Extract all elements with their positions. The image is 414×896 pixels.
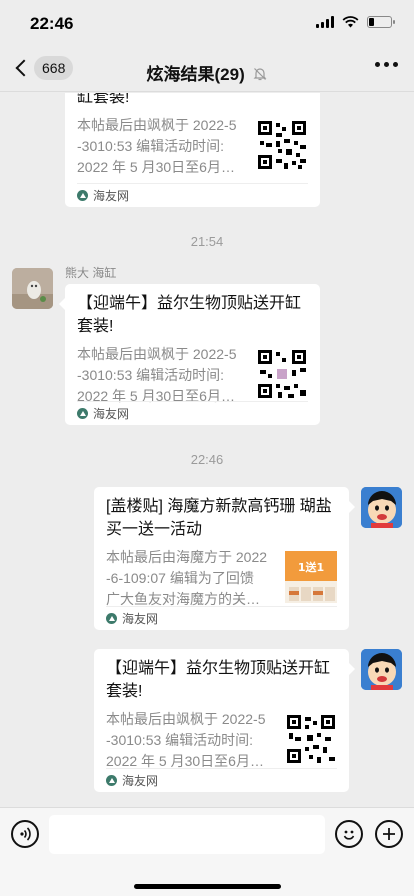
time-divider: 22:46 xyxy=(190,452,224,467)
card-source: 海友网 xyxy=(93,189,130,203)
avatar-cartoon xyxy=(361,649,402,690)
card-desc: 本帖最后由飒枫于 2022-5 -3010:53 编辑活动时间: 2022 年 … xyxy=(106,711,266,769)
card-footer: 海友网 xyxy=(106,768,337,792)
card-source: 海友网 xyxy=(122,612,159,626)
card-body: 本帖最后由飒枫于 2022-5 -3010:53 编辑活动时间: 2022 年 … xyxy=(65,115,320,178)
voice-button[interactable] xyxy=(11,820,39,848)
voice-icon xyxy=(20,827,31,841)
card-title: 缸套装! xyxy=(77,93,130,106)
card-title: 【迎端午】益尔生物顶贴送开缸套装! xyxy=(77,295,302,335)
more-dot xyxy=(393,62,398,67)
promo-thumb-text: 1送1 xyxy=(298,560,324,574)
card-title: [盖楼贴] 海魔方新款高钙珊 瑚盐买一送一活动 xyxy=(106,498,332,538)
card-desc: 本帖最后由飒枫于 2022-5 -3010:53 编辑活动时间: 2022 年 … xyxy=(77,117,237,175)
battery-icon xyxy=(367,16,395,28)
emoji-icon xyxy=(343,830,355,840)
chat-area[interactable]: 缸套装! 本帖最后由飒枫于 2022-5 -3010:53 编辑活动时间: 20… xyxy=(0,93,414,807)
card-body: 本帖最后由飒枫于 2022-5 -3010:53 编辑活动时间: 2022 年 … xyxy=(65,344,320,407)
card-body: 本帖最后由飒枫于 2022-5 -3010:53 编辑活动时间: 2022 年 … xyxy=(94,709,349,772)
source-icon xyxy=(77,408,88,419)
card-body: 本帖最后由海魔方于 2022 -6-109:07 编辑为了回馈 广大鱼友对海魔方… xyxy=(94,547,349,610)
sender-avatar[interactable] xyxy=(12,268,53,309)
my-avatar[interactable] xyxy=(361,487,402,528)
card-desc: 本帖最后由飒枫于 2022-5 -3010:53 编辑活动时间: 2022 年 … xyxy=(77,346,237,404)
source-icon xyxy=(106,613,117,624)
signal-icon xyxy=(316,16,334,28)
mute-icon xyxy=(254,68,267,81)
link-card[interactable]: 缸套装! 本帖最后由飒枫于 2022-5 -3010:53 编辑活动时间: 20… xyxy=(65,93,320,207)
qr-code-thumbnail xyxy=(256,348,308,400)
status-time: 22:46 xyxy=(30,14,74,33)
plus-button[interactable] xyxy=(375,820,403,848)
wifi-icon xyxy=(342,16,359,28)
link-card[interactable]: [盖楼贴] 海魔方新款高钙珊 瑚盐买一送一活动 本帖最后由海魔方于 2022 -… xyxy=(94,487,355,630)
source-icon xyxy=(77,190,88,201)
qr-code-thumbnail xyxy=(256,119,308,171)
card-footer: 海友网 xyxy=(77,183,308,207)
card-source: 海友网 xyxy=(93,407,130,421)
more-dot xyxy=(375,62,380,67)
plus-icon xyxy=(383,828,395,840)
message-input[interactable] xyxy=(49,815,325,854)
battery-fill xyxy=(369,18,375,26)
link-card[interactable]: 【迎端午】益尔生物顶贴送开缸套装! 本帖最后由飒枫于 2022-5 -3010:… xyxy=(59,284,320,425)
more-button[interactable] xyxy=(375,62,398,67)
status-bar: 22:46 xyxy=(0,0,414,48)
avatar-photo xyxy=(12,268,53,309)
source-icon xyxy=(106,775,117,786)
my-avatar[interactable] xyxy=(361,649,402,690)
input-bar xyxy=(0,807,414,896)
card-title: 【迎端午】益尔生物顶贴送开缸套装! xyxy=(106,660,331,700)
emoji-button[interactable] xyxy=(335,820,363,848)
sender-name: 熊大 海缸 xyxy=(65,266,117,280)
nav-bar: 668 炫海结果(29) xyxy=(0,48,414,92)
avatar-cartoon xyxy=(361,487,402,528)
link-card[interactable]: 【迎端午】益尔生物顶贴送开缸套装! 本帖最后由飒枫于 2022-5 -3010:… xyxy=(94,649,355,792)
home-indicator xyxy=(134,884,281,889)
chat-title-text: 炫海结果(29) xyxy=(146,65,245,84)
card-footer: 海友网 xyxy=(106,606,337,630)
qr-code-thumbnail xyxy=(285,713,337,765)
more-dot xyxy=(384,62,389,67)
promo-thumbnail: 1送1 xyxy=(285,551,337,603)
status-icons xyxy=(316,16,395,28)
card-desc: 本帖最后由海魔方于 2022 -6-109:07 编辑为了回馈 广大鱼友对海魔方… xyxy=(106,549,268,607)
chat-title: 炫海结果(29) xyxy=(0,60,414,85)
card-footer: 海友网 xyxy=(77,401,308,425)
time-divider: 21:54 xyxy=(190,234,224,249)
card-source: 海友网 xyxy=(122,774,159,788)
